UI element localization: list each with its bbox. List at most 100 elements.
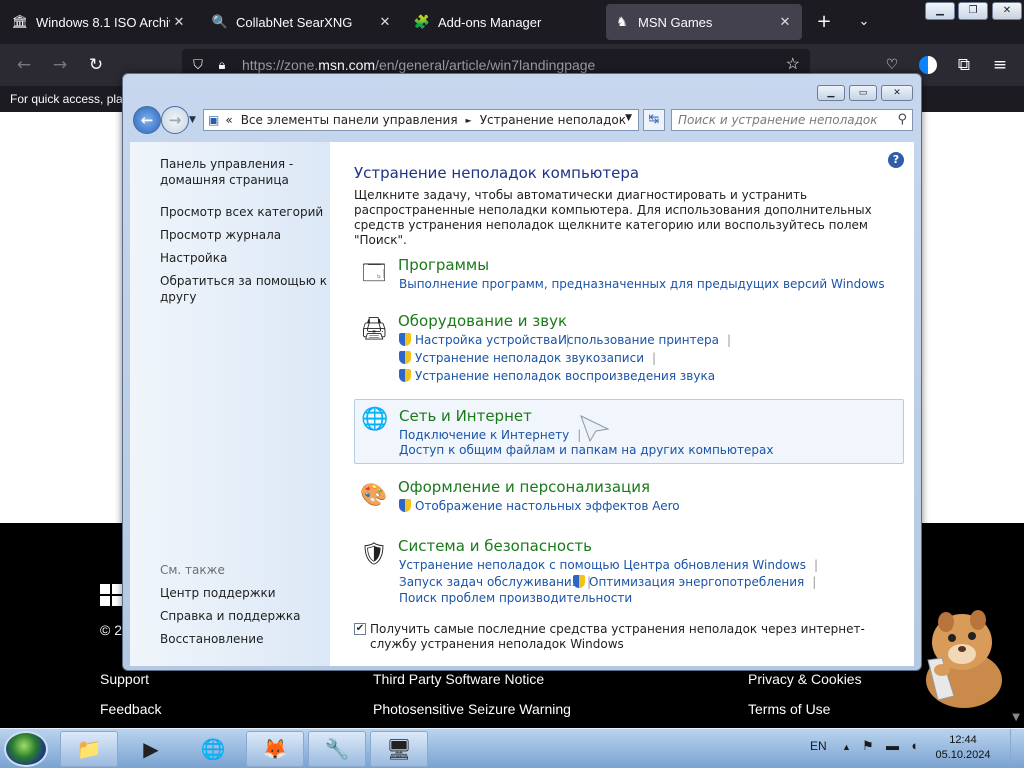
maintenance-tasks-link[interactable]: Запуск задач обслуживания | bbox=[399, 575, 591, 590]
recovery-link[interactable]: Восстановление bbox=[160, 631, 263, 647]
clock-date: 05.10.2024 bbox=[935, 749, 991, 761]
control-panel-home-link[interactable]: Панель управления - домашняя страница bbox=[160, 156, 293, 188]
clock[interactable]: 12:44 05.10.2024 bbox=[928, 733, 998, 763]
link-text: Подключение к Интернету bbox=[399, 428, 570, 442]
cp-close-button[interactable]: ✕ bbox=[881, 85, 913, 101]
windows-update-link[interactable]: Устранение неполадок с помощью Центра об… bbox=[399, 558, 818, 573]
configure-device-link[interactable]: Настройка устройства | bbox=[399, 333, 570, 348]
address-bar[interactable]: ▣ « Все элементы панели управления ► Уст… bbox=[203, 109, 639, 131]
restore-button[interactable]: ❐ bbox=[958, 2, 988, 20]
cp-maximize-button[interactable]: ▭ bbox=[849, 85, 877, 101]
breadcrumb-separator[interactable]: ► bbox=[466, 116, 472, 125]
close-icon[interactable]: ✕ bbox=[170, 14, 188, 30]
tab-collabnet-searxng[interactable]: 🔍 CollabNet SearXNG ✕ bbox=[204, 4, 402, 40]
page-description: Щелкните задачу, чтобы автоматически диа… bbox=[354, 188, 872, 247]
action-center-link[interactable]: Центр поддержки bbox=[160, 585, 276, 601]
main-pane: ? Устранение неполадок компьютера Щелкни… bbox=[330, 142, 914, 666]
troubleshoot-playback-link[interactable]: Устранение неполадок воспроизведения зву… bbox=[399, 369, 715, 384]
explorer-taskbar-icon[interactable]: 📁 bbox=[60, 731, 118, 767]
footer-link-support[interactable]: Support bbox=[100, 671, 149, 687]
menu-icon[interactable]: ≡ bbox=[988, 53, 1012, 77]
checkbox-checked-icon[interactable]: ✔ bbox=[354, 623, 366, 635]
tab-label: CollabNet SearXNG bbox=[236, 14, 353, 30]
msn-icon: ♞ bbox=[616, 14, 628, 29]
left-pane: Панель управления - домашняя страница Пр… bbox=[130, 142, 330, 666]
bookmark-star-icon[interactable]: ☆ bbox=[786, 54, 800, 74]
printer-icon: 🖨 bbox=[360, 317, 388, 342]
view-history-link[interactable]: Просмотр журнала bbox=[160, 227, 281, 243]
help-icon[interactable]: ? bbox=[888, 152, 904, 168]
start-button[interactable] bbox=[4, 731, 48, 767]
category-title-appearance[interactable]: Оформление и персонализация bbox=[398, 478, 650, 496]
help-and-support-link[interactable]: Справка и поддержка bbox=[160, 608, 301, 624]
app-taskbar-icon[interactable]: 🌐 bbox=[184, 731, 242, 767]
tab-windows-iso-archive[interactable]: 🏛 Windows 8.1 ISO Archive : ✕ bbox=[4, 4, 196, 40]
close-icon[interactable]: ✕ bbox=[776, 14, 794, 30]
troubleshooting-taskbar-icon[interactable]: 🔧 bbox=[308, 731, 366, 767]
category-title-system[interactable]: Система и безопасность bbox=[398, 537, 592, 555]
scroll-down-icon[interactable]: ▼ bbox=[1012, 712, 1020, 723]
reload-icon[interactable]: ↻ bbox=[84, 53, 108, 77]
link-line: Панель управления - bbox=[160, 157, 294, 171]
category-title-programs[interactable]: Программы bbox=[398, 256, 489, 274]
forward-button[interactable]: → bbox=[161, 106, 189, 134]
footer-link-terms[interactable]: Terms of Use bbox=[748, 701, 830, 717]
chevron-down-icon[interactable]: ▼ bbox=[625, 113, 632, 123]
refresh-button[interactable]: ↹ bbox=[643, 109, 665, 131]
lock-icon[interactable]: 🔒︎ bbox=[214, 57, 230, 73]
close-icon[interactable]: ✕ bbox=[376, 14, 394, 30]
recent-pages-icon[interactable]: ▼ bbox=[189, 115, 196, 125]
performance-issues-link[interactable]: Поиск проблем производительности bbox=[399, 591, 632, 606]
shield-tracking-icon[interactable]: ⛉ bbox=[190, 57, 206, 73]
settings-link[interactable]: Настройка bbox=[160, 250, 227, 266]
media-player-taskbar-icon[interactable]: ▶ bbox=[122, 731, 180, 767]
see-also-heading: См. также bbox=[160, 563, 225, 577]
category-title-network[interactable]: Сеть и Интернет bbox=[399, 407, 532, 425]
breadcrumb-troubleshooting[interactable]: Устранение неполадок bbox=[480, 113, 626, 127]
volume-icon[interactable]: ◖ bbox=[910, 738, 918, 753]
connect-internet-link[interactable]: Подключение к Интернету | bbox=[399, 428, 581, 443]
category-hardware-sound: 🖨 Оборудование и звук Настройка устройст… bbox=[354, 312, 904, 388]
forward-arrow-icon[interactable]: → bbox=[48, 53, 72, 77]
use-printer-link[interactable]: Использование принтера | bbox=[558, 333, 731, 348]
view-all-categories-link[interactable]: Просмотр всех категорий bbox=[160, 204, 323, 220]
show-hidden-icons[interactable]: ▲ bbox=[842, 742, 851, 752]
extensions-icon[interactable]: ⧉ bbox=[952, 53, 976, 77]
action-center-icon[interactable]: ⚑ bbox=[862, 738, 874, 754]
tab-list-button[interactable]: ⌄ bbox=[852, 10, 876, 34]
footer-link-privacy[interactable]: Privacy & Cookies bbox=[748, 671, 862, 687]
footer-link-feedback[interactable]: Feedback bbox=[100, 701, 161, 717]
network-icon[interactable]: ▬ bbox=[886, 738, 899, 753]
footer-link-third-party[interactable]: Third Party Software Notice bbox=[373, 671, 544, 687]
show-desktop-button[interactable] bbox=[1010, 729, 1024, 768]
link-text: Запуск задач обслуживания bbox=[399, 575, 579, 589]
cp-minimize-button[interactable]: ▁ bbox=[817, 85, 845, 101]
online-troubleshooting-checkbox[interactable]: ✔ Получить самые последние средства устр… bbox=[354, 622, 904, 652]
footer-link-seizure-warning[interactable]: Photosensitive Seizure Warning bbox=[373, 701, 571, 717]
close-window-button[interactable]: ✕ bbox=[992, 2, 1022, 20]
console-taskbar-icon[interactable]: 🖥 bbox=[370, 731, 428, 767]
tab-msn-games[interactable]: ♞ MSN Games ✕ bbox=[606, 4, 802, 40]
language-indicator[interactable]: EN bbox=[810, 739, 827, 753]
firefox-taskbar-icon[interactable]: 🦊 bbox=[246, 731, 304, 767]
power-optimization-link[interactable]: Оптимизация энергопотребления | bbox=[573, 575, 816, 590]
program-compatibility-link[interactable]: Выполнение программ, предназначенных для… bbox=[399, 277, 885, 292]
breadcrumb-all-items[interactable]: Все элементы панели управления bbox=[241, 113, 458, 127]
search-input[interactable]: Поиск и устранение неполадок ⚲ bbox=[671, 109, 913, 131]
back-arrow-icon[interactable]: ← bbox=[12, 53, 36, 77]
control-panel-icon: ▣ bbox=[208, 113, 220, 127]
microsoft-logo-icon bbox=[100, 584, 122, 606]
network-globe-icon: 🌐 bbox=[361, 407, 389, 432]
new-tab-button[interactable]: + bbox=[812, 10, 836, 34]
shared-folders-link[interactable]: Доступ к общим файлам и папкам на других… bbox=[399, 443, 773, 458]
search-icon: ⚲ bbox=[897, 112, 907, 127]
aero-effects-link[interactable]: Отображение настольных эффектов Aero bbox=[399, 499, 680, 514]
troubleshoot-recording-link[interactable]: Устранение неполадок звукозаписи | bbox=[399, 351, 656, 366]
tab-label: MSN Games bbox=[638, 14, 713, 30]
back-button[interactable]: ← bbox=[133, 106, 161, 134]
ask-friend-link[interactable]: Обратиться за помощью к другу bbox=[160, 273, 327, 305]
address-overflow[interactable]: « bbox=[225, 113, 232, 127]
minimize-button[interactable]: ▁ bbox=[925, 2, 955, 20]
category-title-hardware[interactable]: Оборудование и звук bbox=[398, 312, 567, 330]
tab-add-ons-manager[interactable]: 🧩 Add-ons Manager bbox=[406, 4, 602, 40]
